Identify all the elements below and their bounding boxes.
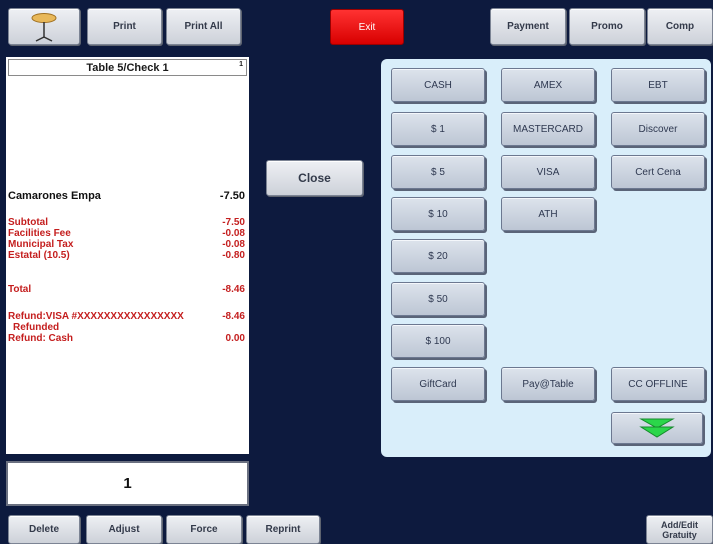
municipal-tax-label: Municipal Tax bbox=[8, 239, 74, 250]
fifty-dollar-button[interactable]: $ 50 bbox=[391, 282, 485, 316]
check-header: Table 5/Check 1 1 bbox=[8, 59, 247, 76]
hundred-dollar-button[interactable]: $ 100 bbox=[391, 324, 485, 358]
check-panel: Table 5/Check 1 1 Camarones Empa -7.50 S… bbox=[6, 57, 249, 454]
item-name: Camarones Empa bbox=[8, 190, 101, 202]
subtotal-value: -7.50 bbox=[222, 217, 245, 228]
quantity-display[interactable]: 1 bbox=[6, 461, 249, 506]
comp-button[interactable]: Comp bbox=[647, 8, 713, 45]
visa-button[interactable]: VISA bbox=[501, 155, 595, 189]
pay-at-table-button[interactable]: Pay@Table bbox=[501, 367, 595, 401]
close-button[interactable]: Close bbox=[266, 160, 363, 196]
ebt-button[interactable]: EBT bbox=[611, 68, 705, 102]
table-button[interactable] bbox=[8, 8, 80, 45]
ten-dollar-button[interactable]: $ 10 bbox=[391, 197, 485, 231]
refund-visa-label: Refund:VISA #XXXXXXXXXXXXXXXX bbox=[8, 311, 184, 322]
amex-button[interactable]: AMEX bbox=[501, 68, 595, 102]
facilities-fee-label: Facilities Fee bbox=[8, 228, 71, 239]
seat-number: 1 bbox=[239, 61, 243, 68]
delete-button[interactable]: Delete bbox=[8, 515, 80, 544]
promo-button[interactable]: Promo bbox=[569, 8, 645, 45]
refund-cash-value: 0.00 bbox=[225, 333, 245, 344]
twenty-dollar-button[interactable]: $ 20 bbox=[391, 239, 485, 273]
facilities-fee-value: -0.08 bbox=[222, 228, 245, 239]
giftcard-button[interactable]: GiftCard bbox=[391, 367, 485, 401]
item-price: -7.50 bbox=[219, 190, 245, 202]
cert-cena-button[interactable]: Cert Cena bbox=[611, 155, 705, 189]
ath-button[interactable]: ATH bbox=[501, 197, 595, 231]
estatal-tax-label: Estatal (10.5) bbox=[8, 250, 70, 261]
mastercard-button[interactable]: MASTERCARD bbox=[501, 112, 595, 146]
double-chevron-down-icon bbox=[639, 418, 675, 438]
refund-visa-value: -8.46 bbox=[222, 311, 245, 322]
five-dollar-button[interactable]: $ 5 bbox=[391, 155, 485, 189]
municipal-tax-value: -0.08 bbox=[222, 239, 245, 250]
cc-offline-button[interactable]: CC OFFLINE bbox=[611, 367, 705, 401]
estatal-tax-value: -0.80 bbox=[222, 250, 245, 261]
total-value: -8.46 bbox=[222, 284, 245, 295]
one-dollar-button[interactable]: $ 1 bbox=[391, 112, 485, 146]
refunded-label: Refunded bbox=[13, 322, 60, 333]
print-button[interactable]: Print bbox=[87, 8, 162, 45]
print-all-button[interactable]: Print All bbox=[166, 8, 241, 45]
adjust-button[interactable]: Adjust bbox=[86, 515, 162, 544]
quantity-value: 1 bbox=[123, 475, 132, 492]
reprint-button[interactable]: Reprint bbox=[246, 515, 320, 544]
refund-cash-label: Refund: Cash bbox=[8, 333, 73, 344]
add-edit-gratuity-button[interactable]: Add/Edit Gratuity bbox=[646, 515, 713, 544]
gratuity-label-line1: Add/Edit bbox=[661, 519, 698, 530]
scroll-down-button[interactable] bbox=[611, 412, 703, 444]
payment-button[interactable]: Payment bbox=[490, 8, 566, 45]
table-icon bbox=[31, 12, 57, 42]
gratuity-label-line2: Gratuity bbox=[662, 529, 697, 540]
subtotal-label: Subtotal bbox=[8, 217, 48, 228]
check-title: Table 5/Check 1 bbox=[86, 61, 169, 74]
cash-button[interactable]: CASH bbox=[391, 68, 485, 102]
force-button[interactable]: Force bbox=[166, 515, 242, 544]
total-label: Total bbox=[8, 284, 32, 295]
exit-button[interactable]: Exit bbox=[330, 9, 404, 45]
discover-button[interactable]: Discover bbox=[611, 112, 705, 146]
